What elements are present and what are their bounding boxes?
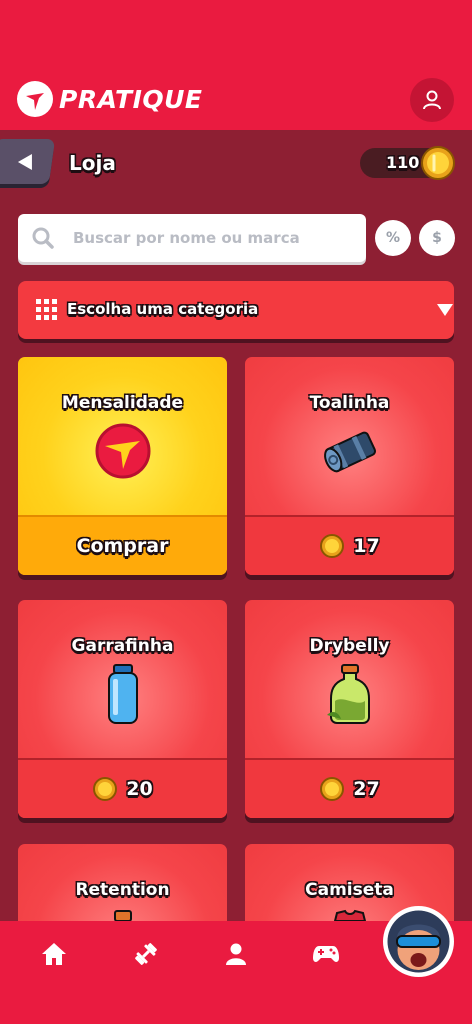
product-name: Garrafinha: [71, 636, 174, 656]
price-filter-button[interactable]: $: [419, 220, 455, 256]
search-input[interactable]: Buscar por nome ou marca: [73, 229, 300, 247]
nav-profile[interactable]: [221, 939, 251, 969]
search-bar[interactable]: Buscar por nome ou marca: [18, 214, 366, 262]
product-card-garrafinha[interactable]: Garrafinha 20: [18, 600, 227, 818]
price-tag: 20: [18, 758, 227, 818]
coin-icon: [421, 146, 455, 180]
product-card-mensalidade[interactable]: Mensalidade Comprar: [18, 357, 227, 575]
avatar-face-icon: [387, 910, 450, 973]
product-name: Toalinha: [309, 393, 390, 413]
product-card-toalinha[interactable]: Toalinha 17: [245, 357, 454, 575]
profile-button[interactable]: [410, 78, 454, 122]
home-icon: [42, 943, 66, 965]
coin-icon: [320, 534, 345, 558]
brand-name: PRATIQUE: [59, 84, 203, 114]
user-icon: [423, 90, 441, 110]
caret-down-icon: [437, 304, 453, 316]
product-name: Camiseta: [305, 880, 394, 900]
back-button[interactable]: [0, 139, 56, 184]
profile-icon: [226, 943, 246, 965]
nav-games[interactable]: [311, 939, 341, 969]
top-bar: PRATIQUE: [0, 0, 472, 130]
grid-icon: [36, 299, 57, 320]
nav-home[interactable]: [39, 939, 69, 969]
coin-icon: [320, 777, 345, 801]
buy-button[interactable]: Comprar: [18, 515, 227, 575]
price-value: 27: [353, 778, 380, 800]
arrow-left-icon: [18, 153, 32, 170]
bottle-icon: [108, 664, 138, 724]
price-value: 17: [353, 535, 380, 557]
product-name: Retention: [75, 880, 170, 900]
pratique-emblem-icon: [95, 423, 151, 479]
price-tag: 17: [245, 515, 454, 575]
category-label: Escolha uma categoria: [67, 300, 259, 318]
herb-jar-icon: [327, 664, 370, 724]
dumbbell-icon: [135, 943, 157, 965]
product-card-drybelly[interactable]: Drybelly 27: [245, 600, 454, 818]
category-dropdown[interactable]: Escolha uma categoria: [18, 281, 454, 339]
nav-workout[interactable]: [131, 939, 161, 969]
discount-filter-button[interactable]: %: [375, 220, 411, 256]
coin-icon: [93, 777, 118, 801]
towel-icon: [324, 431, 377, 473]
product-name: Drybelly: [309, 636, 390, 656]
coin-balance: 110: [360, 146, 455, 180]
price-value: 20: [126, 778, 153, 800]
price-tag: 27: [245, 758, 454, 818]
buy-label: Comprar: [76, 535, 169, 557]
product-name: Mensalidade: [61, 393, 184, 413]
avatar[interactable]: [383, 906, 454, 977]
search-icon: [32, 227, 54, 249]
gamepad-icon: [313, 946, 339, 962]
brand-logo[interactable]: PRATIQUE: [17, 81, 203, 117]
page-title: Loja: [69, 151, 116, 175]
coin-balance-value: 110: [386, 153, 420, 172]
pratique-logo-icon: [17, 81, 53, 117]
